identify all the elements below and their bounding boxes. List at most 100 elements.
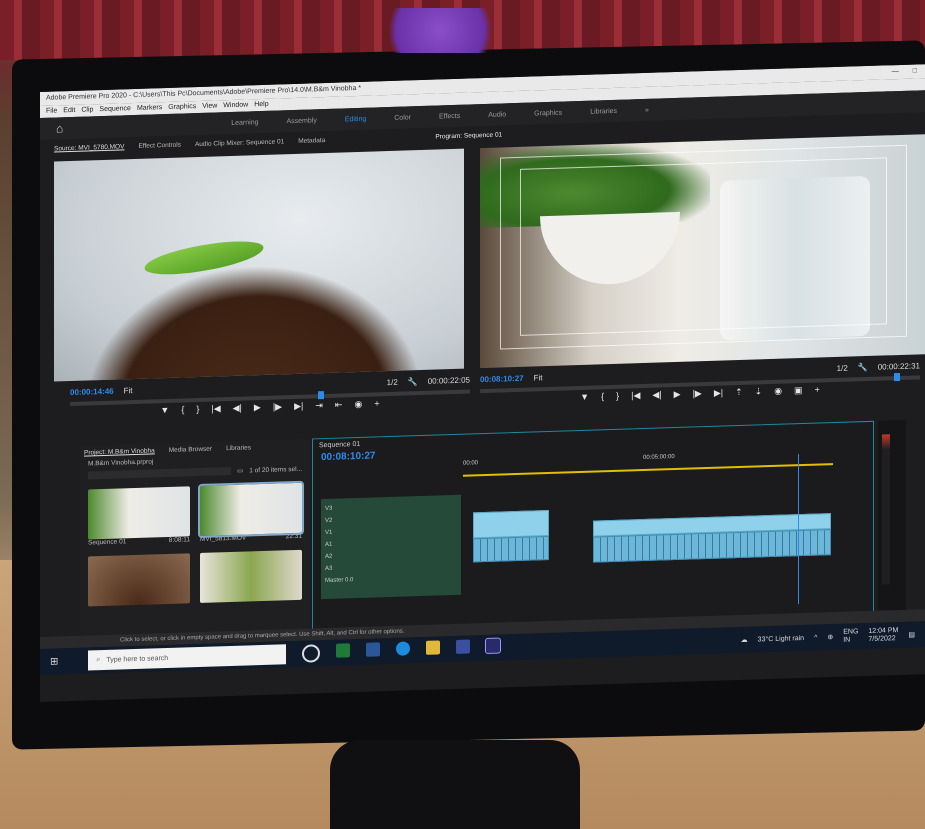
go-to-out-icon[interactable]: ▶|	[294, 401, 303, 412]
workspace-graphics[interactable]: Graphics	[534, 109, 562, 117]
track-a1[interactable]: A1	[325, 538, 353, 551]
program-monitor-viewer[interactable]	[480, 134, 925, 369]
minimize-button[interactable]: —	[892, 65, 899, 79]
source-fit-dropdown[interactable]: Fit	[124, 386, 133, 395]
go-to-in-icon[interactable]: |◀	[211, 403, 220, 414]
tab-libraries[interactable]: Libraries	[226, 444, 251, 452]
workspace-editing[interactable]: Editing	[345, 115, 366, 123]
overwrite-icon[interactable]: ⇤	[335, 399, 343, 410]
tab-metadata[interactable]: Metadata	[298, 137, 325, 145]
workspace-libraries[interactable]: Libraries	[590, 107, 617, 115]
menu-file[interactable]: File	[46, 105, 57, 117]
premiere-pro-icon[interactable]	[485, 637, 502, 655]
menu-clip[interactable]: Clip	[81, 104, 93, 116]
tab-audio-clip-mixer[interactable]: Audio Clip Mixer: Sequence 01	[195, 138, 284, 148]
track-v2[interactable]: V2	[325, 514, 353, 527]
track-v1[interactable]: V1	[325, 526, 353, 539]
camera-icon[interactable]: ◉	[774, 386, 782, 397]
workspace-learning[interactable]: Learning	[231, 119, 258, 127]
file-explorer-icon[interactable]	[426, 640, 441, 655]
tab-effect-controls[interactable]: Effect Controls	[138, 141, 181, 149]
program-fit-dropdown[interactable]: Fit	[534, 373, 543, 382]
menu-markers[interactable]: Markers	[137, 102, 162, 115]
source-resolution-dropdown[interactable]: 1/2	[387, 377, 398, 386]
work-area-bar[interactable]	[463, 463, 833, 477]
photos-icon[interactable]	[456, 639, 471, 654]
track-v3[interactable]: V3	[325, 502, 353, 515]
program-timecode[interactable]: 00:08:10:27	[480, 373, 524, 383]
audio-clip[interactable]	[473, 536, 549, 563]
step-back-icon[interactable]: ◀|	[652, 389, 661, 400]
edge-icon[interactable]	[396, 641, 411, 656]
track-a2[interactable]: A2	[325, 550, 353, 563]
wrench-icon[interactable]: 🔧	[408, 377, 418, 386]
tab-media-browser[interactable]: Media Browser	[169, 446, 212, 454]
word-icon[interactable]	[366, 642, 381, 657]
extract-icon[interactable]: ⇣	[755, 386, 763, 397]
step-forward-icon[interactable]: |▶	[273, 401, 282, 412]
mark-out-icon[interactable]: }	[616, 391, 619, 402]
menu-edit[interactable]: Edit	[63, 105, 75, 117]
play-icon[interactable]: ▶	[674, 389, 681, 400]
project-item[interactable]	[200, 549, 302, 603]
chevron-up-icon[interactable]: ^	[814, 634, 817, 641]
workspace-assembly[interactable]: Assembly	[287, 117, 317, 125]
project-item[interactable]: MVI_5813.MOV 22:31	[198, 480, 304, 543]
workspace-more-icon[interactable]: »	[645, 106, 649, 113]
play-icon[interactable]: ▶	[254, 402, 261, 413]
marker-icon[interactable]: ▼	[580, 392, 589, 403]
source-timecode[interactable]: 00:00:14:46	[70, 386, 114, 396]
insert-icon[interactable]: ⇥	[315, 400, 323, 411]
program-playhead[interactable]	[893, 372, 900, 382]
marker-icon[interactable]: ▼	[160, 405, 169, 416]
step-forward-icon[interactable]: |▶	[693, 388, 702, 399]
add-button-icon[interactable]: +	[815, 384, 820, 395]
windows-start-icon[interactable]: ⊞	[50, 656, 58, 667]
tab-project[interactable]: Project: M.B&m Vinobha	[84, 447, 155, 456]
timeline-playhead[interactable]	[798, 454, 799, 605]
workspace-audio[interactable]: Audio	[488, 111, 506, 119]
notifications-icon[interactable]: ▤	[908, 631, 915, 639]
mark-in-icon[interactable]: {	[601, 391, 604, 402]
source-playhead[interactable]	[318, 391, 324, 400]
menu-window[interactable]: Window	[223, 99, 248, 112]
workspace-effects[interactable]: Effects	[439, 112, 460, 120]
workspace-color[interactable]: Color	[394, 114, 411, 122]
wrench-icon[interactable]: 🔧	[858, 362, 868, 371]
menu-help[interactable]: Help	[254, 99, 268, 111]
folder-icon[interactable]: ▭	[237, 467, 243, 475]
mark-out-icon[interactable]: }	[196, 404, 199, 415]
program-resolution-dropdown[interactable]: 1/2	[837, 363, 848, 372]
camera-icon[interactable]: ◉	[354, 399, 362, 410]
tab-source[interactable]: Source: MVI_5780.MOV	[54, 143, 124, 152]
go-to-out-icon[interactable]: ▶|	[714, 388, 723, 399]
master-value[interactable]: 0.0	[345, 577, 353, 583]
track-a3[interactable]: A3	[325, 562, 353, 575]
taskbar-search[interactable]: ⌕ Type here to search	[88, 644, 287, 671]
track-master[interactable]: Master	[325, 577, 343, 584]
home-icon[interactable]: ⌂	[56, 121, 63, 135]
clock-date[interactable]: 7/5/2022	[868, 635, 898, 644]
project-item[interactable]: Sequence 01 8:08:11	[88, 486, 190, 546]
go-to-in-icon[interactable]: |◀	[631, 390, 640, 401]
project-search-input[interactable]	[88, 466, 232, 480]
weather-text[interactable]: 33°C Light rain	[758, 634, 804, 642]
lift-icon[interactable]: ⇡	[735, 387, 743, 398]
weather-icon[interactable]: ☁	[741, 636, 748, 644]
project-item[interactable]	[88, 553, 190, 607]
maximize-button[interactable]: □	[913, 64, 917, 78]
excel-icon[interactable]	[336, 643, 351, 658]
source-monitor-viewer[interactable]	[54, 148, 464, 382]
task-view-icon[interactable]	[302, 644, 321, 663]
network-icon[interactable]: ⊕	[827, 633, 833, 641]
comparison-view-icon[interactable]: ▣	[794, 385, 803, 396]
tab-program[interactable]: Program: Sequence 01	[435, 131, 502, 140]
mark-in-icon[interactable]: {	[181, 404, 184, 415]
step-back-icon[interactable]: ◀|	[233, 403, 242, 414]
add-button-icon[interactable]: +	[374, 398, 379, 409]
region-label[interactable]: IN	[843, 636, 858, 644]
video-clip[interactable]	[473, 510, 549, 539]
menu-view[interactable]: View	[202, 100, 217, 112]
menu-sequence[interactable]: Sequence	[99, 103, 131, 116]
menu-graphics[interactable]: Graphics	[168, 101, 196, 114]
